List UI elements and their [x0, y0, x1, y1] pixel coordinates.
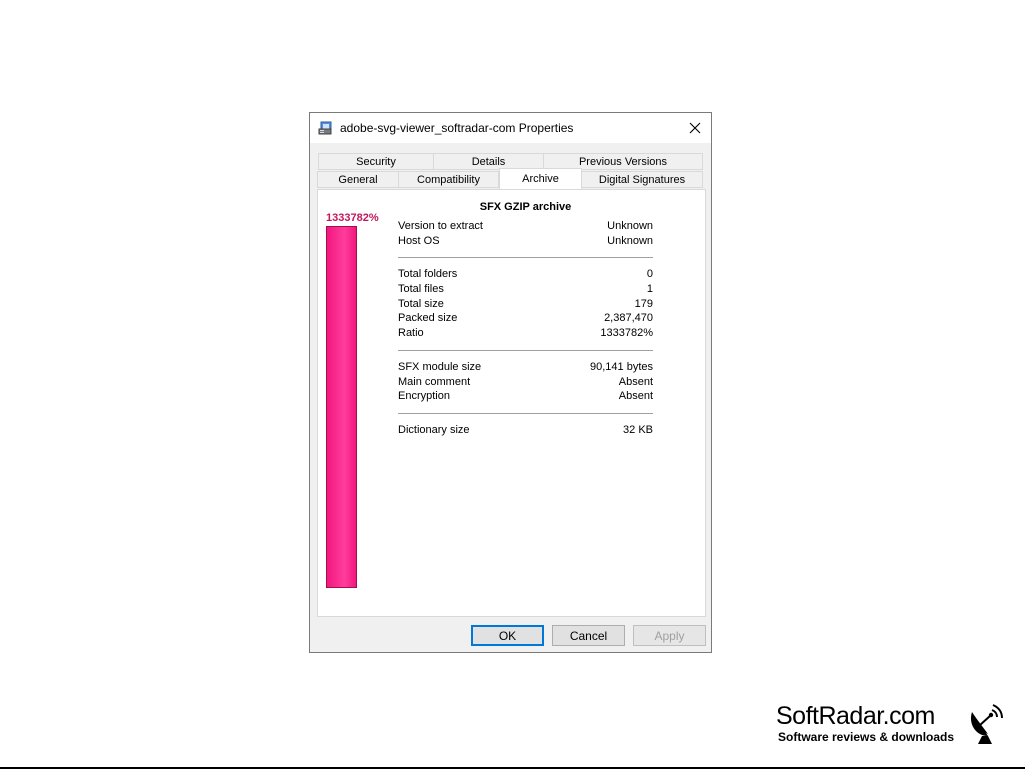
- info-row: Version to extract Unknown: [398, 220, 653, 232]
- tab-compatibility[interactable]: Compatibility: [398, 171, 499, 188]
- info-row: SFX module size 90,141 bytes: [398, 360, 653, 373]
- info-row: Total folders 0: [398, 268, 653, 281]
- info-row: Encryption Absent: [398, 390, 653, 403]
- ratio-bar-label: 1333782%: [326, 212, 379, 224]
- info-row: Host OS Unknown: [398, 234, 653, 247]
- tab-general[interactable]: General: [317, 171, 399, 188]
- info-row: Total size 179: [398, 297, 653, 310]
- properties-dialog: adobe-svg-viewer_softradar-com Propertie…: [309, 112, 712, 653]
- info-row: Main comment Absent: [398, 375, 653, 388]
- window-title: adobe-svg-viewer_softradar-com Propertie…: [340, 121, 574, 135]
- close-button[interactable]: [679, 113, 711, 143]
- title-bar[interactable]: adobe-svg-viewer_softradar-com Propertie…: [310, 113, 711, 143]
- archive-info: Version to extract Unknown Host OS Unknown…: [398, 219, 653, 438]
- ratio-bar-fill: [327, 227, 356, 587]
- apply-button[interactable]: Apply: [633, 625, 706, 646]
- ok-button[interactable]: OK: [471, 625, 544, 646]
- info-row: Total files 1: [398, 283, 653, 296]
- cancel-button[interactable]: Cancel: [552, 625, 625, 646]
- archive-type-heading: SFX GZIP archive: [479, 201, 572, 213]
- info-row: Ratio 1333782%: [398, 327, 653, 340]
- archive-panel: 1333782% SFX GZIP archive Version to ext…: [317, 189, 706, 617]
- archive-file-icon: [318, 120, 334, 136]
- info-row: Dictionary size 32 KB: [398, 423, 653, 436]
- info-row: Packed size 2,387,470: [398, 312, 653, 325]
- softradar-brand: SoftRadar.com Software reviews & downloa…: [776, 702, 1016, 750]
- tab-security[interactable]: Security: [318, 153, 434, 170]
- brand-tagline: Software reviews & downloads: [778, 730, 955, 744]
- separator: [398, 257, 653, 259]
- close-icon: [689, 122, 701, 134]
- brand-name: SoftRadar.com: [776, 702, 935, 730]
- satellite-dish-icon: [970, 704, 1003, 744]
- separator: [398, 412, 653, 414]
- tab-archive[interactable]: Archive: [499, 168, 582, 189]
- tab-digital-signatures[interactable]: Digital Signatures: [581, 171, 703, 188]
- ratio-bar: [326, 226, 357, 588]
- separator: [398, 349, 653, 351]
